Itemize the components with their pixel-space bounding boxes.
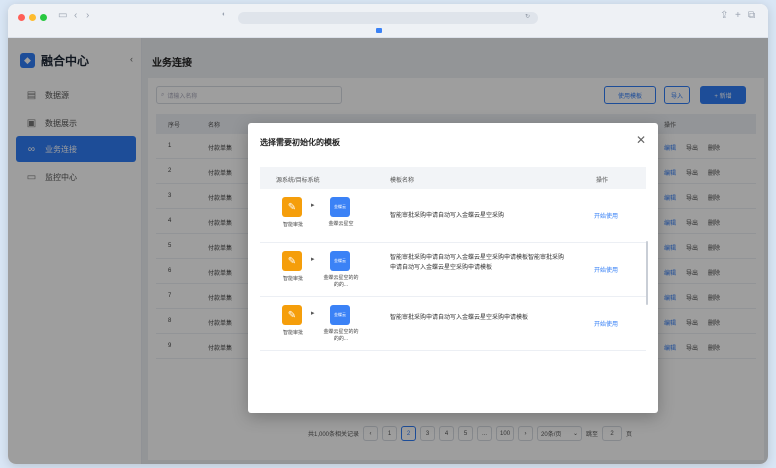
template-row: ✎ ▸ 金蝶云 智能审批 金蝶云星空 智能审批采购申请自动写入金蝶云星空采购 开… <box>260 189 646 243</box>
approval-app-icon: ✎ <box>282 305 302 325</box>
system-pair: ✎ ▸ 金蝶云 智能审批 金蝶云星空的的的的... <box>276 305 366 345</box>
kingdee-app-icon: 金蝶云 <box>330 197 350 217</box>
template-name: 智能审批采购申请自动写入金蝶云星空采购申请模板智能审批采购申请自动写入金蝶云星空… <box>390 255 565 271</box>
system-pair: ✎ ▸ 金蝶云 智能审批 金蝶云星空的的的的... <box>276 251 366 291</box>
browser-chrome: ▭ ‹ › ◐ ↻ ⇪ + ⧉ <box>8 4 768 38</box>
arrow-right-icon: ▸ <box>311 202 315 209</box>
source-system-label: 智能审批 <box>282 276 303 282</box>
template-name: 智能审批采购申请自动写入金蝶云星空采购申请模板 <box>390 315 529 321</box>
column-header-template: 模板名称 <box>390 178 415 184</box>
template-dialog: 选择需要初始化的模板 ✕ 源系统/目标系统 模板名称 操作 ✎ ▸ 金蝶云 智能… <box>248 123 658 413</box>
privacy-icon: ◐ <box>222 11 227 18</box>
favicon-icon <box>376 28 382 33</box>
column-header-system: 源系统/目标系统 <box>276 178 320 184</box>
start-using-link[interactable]: 开始使用 <box>594 211 618 220</box>
target-system-label: 金蝶云星空的的的的... <box>323 329 359 342</box>
browser-window: ▭ ‹ › ◐ ↻ ⇪ + ⧉ ◆ 融合中心 ‹ ▤ 数据源 ▣ 数据展示 ∞ … <box>8 4 768 464</box>
source-system-label: 智能审批 <box>282 330 303 336</box>
target-system-label: 金蝶云星空 <box>328 221 354 227</box>
reload-icon[interactable]: ↻ <box>525 13 530 20</box>
share-icon[interactable]: ⇪ <box>720 10 728 21</box>
forward-icon[interactable]: › <box>86 10 89 21</box>
approval-app-icon: ✎ <box>282 251 302 271</box>
sidebar-toggle-icon[interactable]: ▭ <box>58 10 67 21</box>
modal-overlay[interactable]: 选择需要初始化的模板 ✕ 源系统/目标系统 模板名称 操作 ✎ ▸ 金蝶云 智能… <box>8 38 768 464</box>
tab-favicon[interactable] <box>376 28 382 33</box>
template-name: 智能审批采购申请自动写入金蝶云星空采购 <box>390 213 505 219</box>
dialog-title: 选择需要初始化的模板 <box>260 138 340 147</box>
dialog-scrollbar[interactable] <box>646 241 648 305</box>
close-window-dot[interactable] <box>18 14 25 21</box>
start-using-link[interactable]: 开始使用 <box>594 265 618 274</box>
system-pair: ✎ ▸ 金蝶云 智能审批 金蝶云星空 <box>276 197 366 237</box>
minimize-window-dot[interactable] <box>29 14 36 21</box>
dialog-table-header: 源系统/目标系统 模板名称 操作 <box>260 167 646 189</box>
approval-app-icon: ✎ <box>282 197 302 217</box>
arrow-right-icon: ▸ <box>311 256 315 263</box>
new-tab-icon[interactable]: + <box>735 10 741 21</box>
arrow-right-icon: ▸ <box>311 310 315 317</box>
column-header-action: 操作 <box>596 178 609 184</box>
source-system-label: 智能审批 <box>282 222 303 228</box>
tabs-overview-icon[interactable]: ⧉ <box>748 10 755 21</box>
address-bar[interactable]: ↻ <box>238 12 538 24</box>
template-row: ✎ ▸ 金蝶云 智能审批 金蝶云星空的的的的... 智能审批采购申请自动写入金蝶… <box>260 243 646 297</box>
start-using-link[interactable]: 开始使用 <box>594 319 618 328</box>
template-row: ✎ ▸ 金蝶云 智能审批 金蝶云星空的的的的... 智能审批采购申请自动写入金蝶… <box>260 297 646 351</box>
kingdee-app-icon: 金蝶云 <box>330 305 350 325</box>
maximize-window-dot[interactable] <box>40 14 47 21</box>
kingdee-app-icon: 金蝶云 <box>330 251 350 271</box>
back-icon[interactable]: ‹ <box>74 10 77 21</box>
close-icon[interactable]: ✕ <box>636 133 646 147</box>
target-system-label: 金蝶云星空的的的的... <box>323 275 359 288</box>
